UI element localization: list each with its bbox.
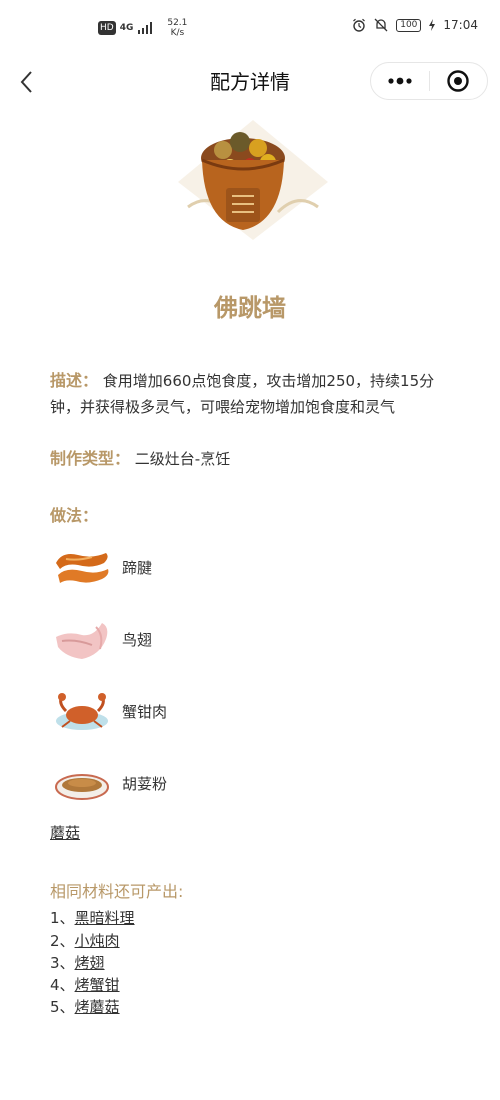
- mini-program-capsule: [370, 62, 488, 100]
- related-item[interactable]: 1、黑暗料理: [50, 907, 135, 929]
- description-label: 描述：: [50, 371, 99, 390]
- status-left: HD 4G 52.1 K/s: [98, 18, 187, 38]
- dish-image: [168, 112, 338, 252]
- signal-label: 4G: [119, 23, 134, 33]
- bird-wing-icon: [56, 623, 108, 659]
- ingredient-label: 蟹钳肉: [122, 702, 168, 721]
- crab-icon: [56, 693, 108, 730]
- description-section: 描述： 食用增加660点饱食度，攻击增加250，持续15分钟，并获得极多灵气，可…: [50, 368, 460, 420]
- ingredient-item[interactable]: 鸟翅: [52, 615, 252, 663]
- ingredient-item[interactable]: 蹄腱: [52, 543, 252, 591]
- related-item[interactable]: 5、烤蘑菇: [50, 996, 120, 1018]
- ingredient-item[interactable]: 胡荽粉: [52, 759, 252, 807]
- related-index: 5、: [50, 998, 75, 1016]
- related-index: 3、: [50, 954, 75, 972]
- related-link[interactable]: 烤蘑菇: [75, 998, 120, 1016]
- tendon-icon: [56, 553, 109, 583]
- make-type-section: 制作类型： 二级灶台-烹饪: [50, 446, 460, 472]
- related-index: 2、: [50, 932, 75, 950]
- target-close-icon: [447, 70, 469, 92]
- method-label: 做法：: [50, 506, 99, 525]
- speed-value: 52.1: [167, 18, 188, 28]
- related-link[interactable]: 小炖肉: [75, 932, 120, 950]
- buddha-jumps-wall-pot-icon: [178, 120, 328, 240]
- ingredient-item[interactable]: 蟹钳肉: [52, 687, 252, 735]
- close-mini-program-button[interactable]: [429, 62, 487, 100]
- make-type-value: 二级灶台-烹饪: [134, 450, 231, 468]
- charging-icon: [429, 19, 436, 31]
- signal-icon: [138, 22, 153, 34]
- ingredient-label: 胡荽粉: [122, 774, 168, 793]
- speed-unit: K/s: [170, 28, 185, 38]
- related-link[interactable]: 烤翅: [75, 954, 105, 972]
- related-link[interactable]: 黑暗料理: [75, 909, 135, 927]
- related-title: 相同材料还可产出:: [50, 882, 184, 901]
- ingredient-label: 鸟翅: [122, 630, 153, 649]
- related-item[interactable]: 4、烤蟹钳: [50, 974, 120, 996]
- description-text: 食用增加660点饱食度，攻击增加250，持续15分钟，并获得极多灵气，可喂给宠物…: [50, 372, 435, 416]
- nav-bar: 配方详情: [0, 56, 500, 108]
- coriander-powder-icon: [55, 774, 109, 800]
- make-type-label: 制作类型：: [50, 449, 131, 468]
- related-index: 4、: [50, 976, 75, 994]
- status-right: 100 17:04: [352, 18, 478, 32]
- clock: 17:04: [443, 18, 478, 32]
- network-speed: 52.1 K/s: [167, 18, 187, 38]
- related-item[interactable]: 3、烤翅: [50, 952, 105, 974]
- status-bar: HD 4G 52.1 K/s 100 17:04: [0, 0, 500, 56]
- related-index: 1、: [50, 909, 75, 927]
- method-section: 做法：: [50, 503, 460, 529]
- dish-name: 佛跳墙: [214, 294, 286, 322]
- related-item[interactable]: 2、小炖肉: [50, 930, 120, 952]
- more-dots-icon: [388, 77, 412, 85]
- hd-badge: HD: [98, 21, 116, 35]
- ingredient-label: 蹄腱: [122, 558, 153, 577]
- ingredient-link-mushroom[interactable]: 蘑菇: [50, 822, 80, 844]
- alarm-icon: [353, 18, 366, 32]
- related-link[interactable]: 烤蟹钳: [75, 976, 120, 994]
- more-button[interactable]: [371, 62, 429, 100]
- mute-bell-icon: [374, 18, 388, 32]
- battery-indicator: 100: [396, 18, 422, 32]
- ingredient-link-label[interactable]: 蘑菇: [50, 824, 80, 842]
